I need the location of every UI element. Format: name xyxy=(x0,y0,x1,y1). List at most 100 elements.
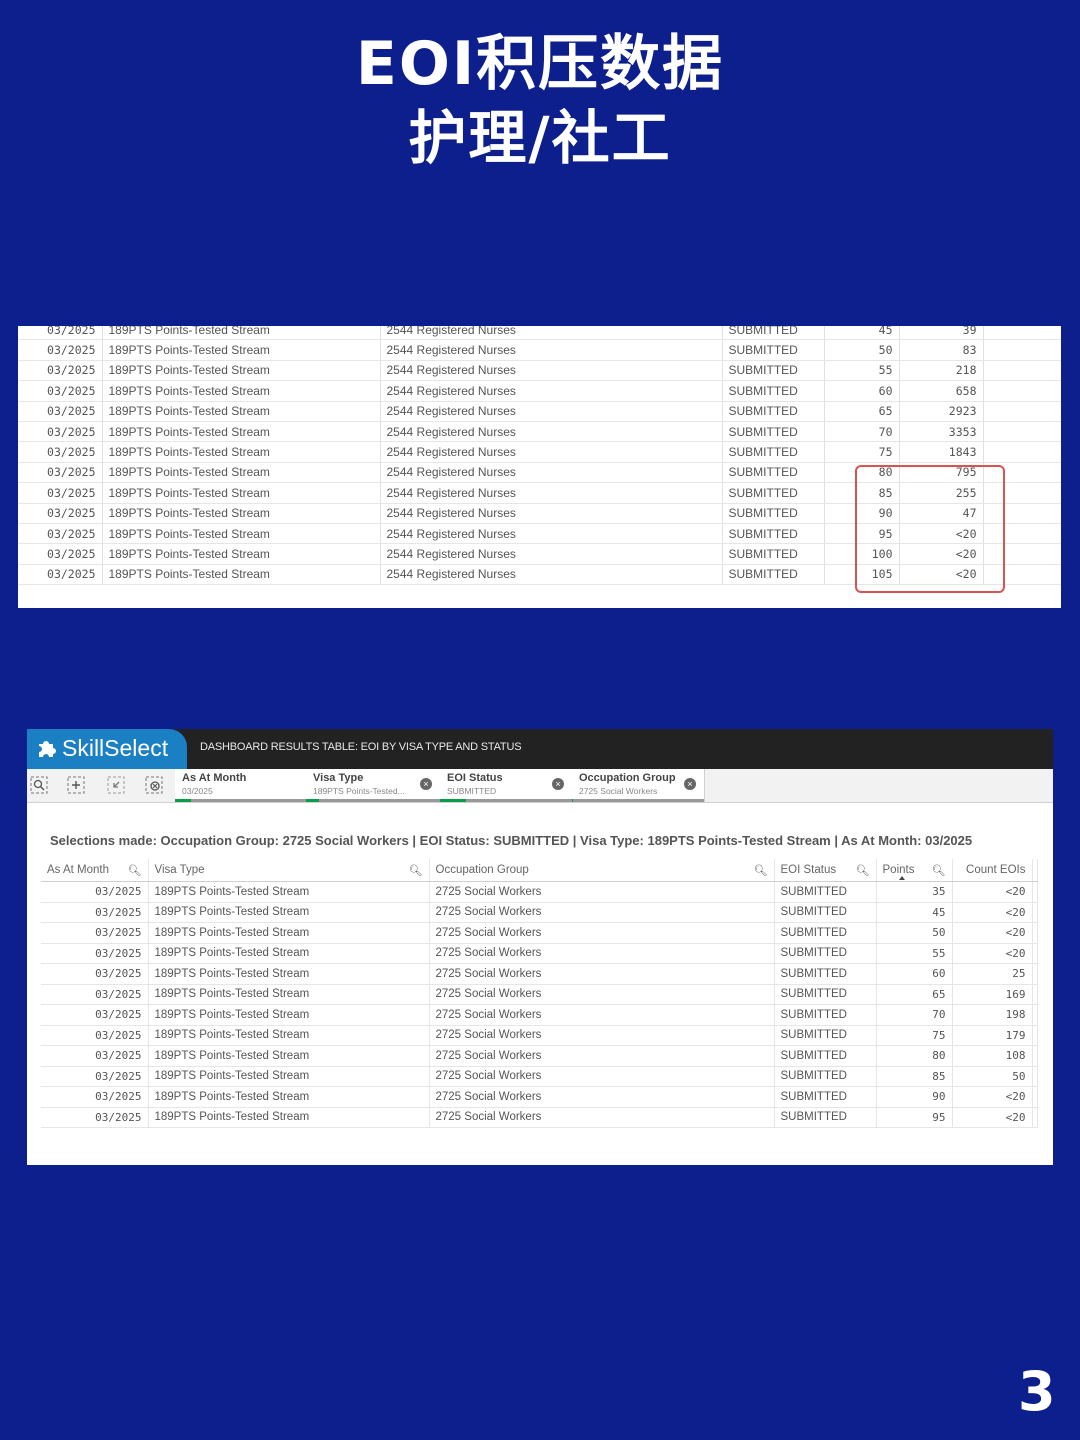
table-cell-empty xyxy=(1032,943,1038,964)
table-row: 03/2025 189PTS Points-Tested Stream 2544 R… xyxy=(18,339,1061,361)
filter-chip[interactable]: Occupation Group 2725 Social Workers × xyxy=(572,769,705,802)
table-cell: 75 xyxy=(824,441,900,463)
table-cell: 55 xyxy=(876,943,953,964)
table-cell: SUBMITTED xyxy=(722,523,825,545)
table-cell: SUBMITTED xyxy=(774,943,877,964)
table-cell: 2725 Social Workers xyxy=(429,1107,775,1128)
table-cell-empty xyxy=(983,339,1061,361)
table-cell: 189PTS Points-Tested Stream xyxy=(102,360,381,382)
close-icon[interactable]: × xyxy=(684,778,696,790)
table-cell: 2725 Social Workers xyxy=(429,881,775,903)
col-label: Occupation Group xyxy=(435,864,529,876)
search-icon[interactable]: 🔍︎ xyxy=(128,864,142,877)
col-as-at-month[interactable]: As At Month 🔍︎ xyxy=(41,859,149,882)
col-points[interactable]: Points 🔍︎ xyxy=(876,859,953,882)
table-cell: 189PTS Points-Tested Stream xyxy=(102,564,381,586)
table-row[interactable]: 03/2025 189PTS Points-Tested Stream 2725 S… xyxy=(41,1004,1038,1026)
skillselect-logo[interactable]: SkillSelect xyxy=(27,729,187,769)
eoi-results-table: As At Month 🔍︎ Visa Type 🔍︎ Occupation Gro… xyxy=(41,859,1038,1128)
table-cell: SUBMITTED xyxy=(722,564,825,586)
table-cell: SUBMITTED xyxy=(774,1045,877,1067)
table-row[interactable]: 03/2025 189PTS Points-Tested Stream 2725 S… xyxy=(41,1066,1038,1087)
table-row[interactable]: 03/2025 189PTS Points-Tested Stream 2725 S… xyxy=(41,963,1038,985)
search-icon[interactable]: 🔍︎ xyxy=(409,864,423,877)
app-header: SkillSelect DASHBOARD RESULTS TABLE: EOI… xyxy=(27,729,1053,769)
step-back-icon[interactable] xyxy=(107,776,125,794)
table-cell: <20 xyxy=(952,1107,1033,1128)
selections-tool-icon[interactable] xyxy=(67,776,85,794)
selections-summary: Selections made: Occupation Group: 2725 … xyxy=(50,833,973,848)
table-cell: 45 xyxy=(824,326,900,341)
table-cell: 2725 Social Workers xyxy=(429,1025,775,1046)
table-row: 03/2025 189PTS Points-Tested Stream 2544 R… xyxy=(18,401,1061,422)
chip-label: Occupation Group xyxy=(579,772,676,784)
selection-state-bar xyxy=(440,799,572,802)
table-cell: SUBMITTED xyxy=(722,326,825,341)
search-icon[interactable]: 🔍︎ xyxy=(932,864,946,877)
table-row: 03/2025 189PTS Points-Tested Stream 2544 R… xyxy=(18,380,1061,402)
table-cell: SUBMITTED xyxy=(722,462,825,484)
table-cell: 2544 Registered Nurses xyxy=(380,523,723,545)
chip-label: EOI Status xyxy=(447,772,503,784)
table-row[interactable]: 03/2025 189PTS Points-Tested Stream 2725 S… xyxy=(41,1025,1038,1046)
table-row[interactable]: 03/2025 189PTS Points-Tested Stream 2725 S… xyxy=(41,881,1038,903)
table-cell: 65 xyxy=(824,401,900,422)
page-title: EOI积压数据 xyxy=(355,29,725,99)
close-icon[interactable]: × xyxy=(552,778,564,790)
table-cell: <20 xyxy=(952,1086,1033,1108)
col-label: EOI Status xyxy=(780,864,837,876)
table-cell: 03/2025 xyxy=(18,543,103,565)
col-visa-type[interactable]: Visa Type 🔍︎ xyxy=(148,859,430,882)
table-row[interactable]: 03/2025 189PTS Points-Tested Stream 2725 S… xyxy=(41,1107,1038,1128)
table-cell-empty xyxy=(1032,1107,1038,1128)
table-row[interactable]: 03/2025 189PTS Points-Tested Stream 2725 S… xyxy=(41,943,1038,964)
table-row[interactable]: 03/2025 189PTS Points-Tested Stream 2725 S… xyxy=(41,984,1038,1005)
close-icon[interactable]: × xyxy=(420,778,432,790)
smart-search-icon[interactable] xyxy=(30,776,48,794)
table-cell: 85 xyxy=(876,1066,953,1087)
filter-chip[interactable]: As At Month 03/2025 xyxy=(175,769,307,802)
selection-state-bar xyxy=(306,799,440,802)
col-occupation-group[interactable]: Occupation Group 🔍︎ xyxy=(429,859,775,882)
table-cell: 75 xyxy=(876,1025,953,1046)
table-cell: SUBMITTED xyxy=(774,902,877,923)
table-cell: 189PTS Points-Tested Stream xyxy=(102,380,381,402)
chip-value: 03/2025 xyxy=(182,786,213,796)
table-cell: SUBMITTED xyxy=(774,881,877,903)
table-cell: <20 xyxy=(952,943,1033,964)
table-cell: SUBMITTED xyxy=(722,421,825,443)
table-cell: 2544 Registered Nurses xyxy=(380,564,723,586)
table-cell: SUBMITTED xyxy=(722,339,825,361)
col-eoi-status[interactable]: EOI Status 🔍︎ xyxy=(774,859,877,882)
table-cell: 2544 Registered Nurses xyxy=(380,326,723,341)
chip-value: 2725 Social Workers xyxy=(579,786,658,796)
table-cell: 179 xyxy=(952,1025,1033,1046)
filter-chip[interactable]: EOI Status SUBMITTED × xyxy=(440,769,573,802)
clear-selections-icon[interactable] xyxy=(145,776,163,794)
table-row[interactable]: 03/2025 189PTS Points-Tested Stream 2725 S… xyxy=(41,902,1038,923)
search-icon[interactable]: 🔍︎ xyxy=(754,864,768,877)
table-cell: <20 xyxy=(952,881,1033,903)
table-row[interactable]: 03/2025 189PTS Points-Tested Stream 2725 S… xyxy=(41,922,1038,944)
table-cell: 189PTS Points-Tested Stream xyxy=(148,902,430,923)
table-cell: 2923 xyxy=(899,401,984,422)
table-cell-empty xyxy=(983,421,1061,443)
filter-chip[interactable]: Visa Type 189PTS Points-Tested... × xyxy=(306,769,441,802)
selections-bar: As At Month 03/2025 Visa Type 189PTS Points… xyxy=(27,769,1053,803)
table-row[interactable]: 03/2025 189PTS Points-Tested Stream 2725 S… xyxy=(41,1086,1038,1108)
col-count-eois[interactable]: Count EOIs xyxy=(952,859,1033,882)
selection-state-fill xyxy=(572,799,574,802)
table-cell: 03/2025 xyxy=(18,482,103,504)
table-cell: <20 xyxy=(952,902,1033,923)
table-cell: 35 xyxy=(876,881,953,903)
chip-value: 189PTS Points-Tested... xyxy=(313,786,405,796)
search-icon[interactable]: 🔍︎ xyxy=(856,864,870,877)
table-cell: 03/2025 xyxy=(41,1045,149,1067)
table-row[interactable]: 03/2025 189PTS Points-Tested Stream 2725 S… xyxy=(41,1045,1038,1067)
table-cell: 658 xyxy=(899,380,984,402)
table-cell: 55 xyxy=(824,360,900,382)
table-cell-empty xyxy=(1032,902,1038,923)
table-cell: SUBMITTED xyxy=(722,360,825,382)
table-cell: 2544 Registered Nurses xyxy=(380,503,723,524)
table-row: 03/2025 189PTS Points-Tested Stream 2544 R… xyxy=(18,441,1061,463)
